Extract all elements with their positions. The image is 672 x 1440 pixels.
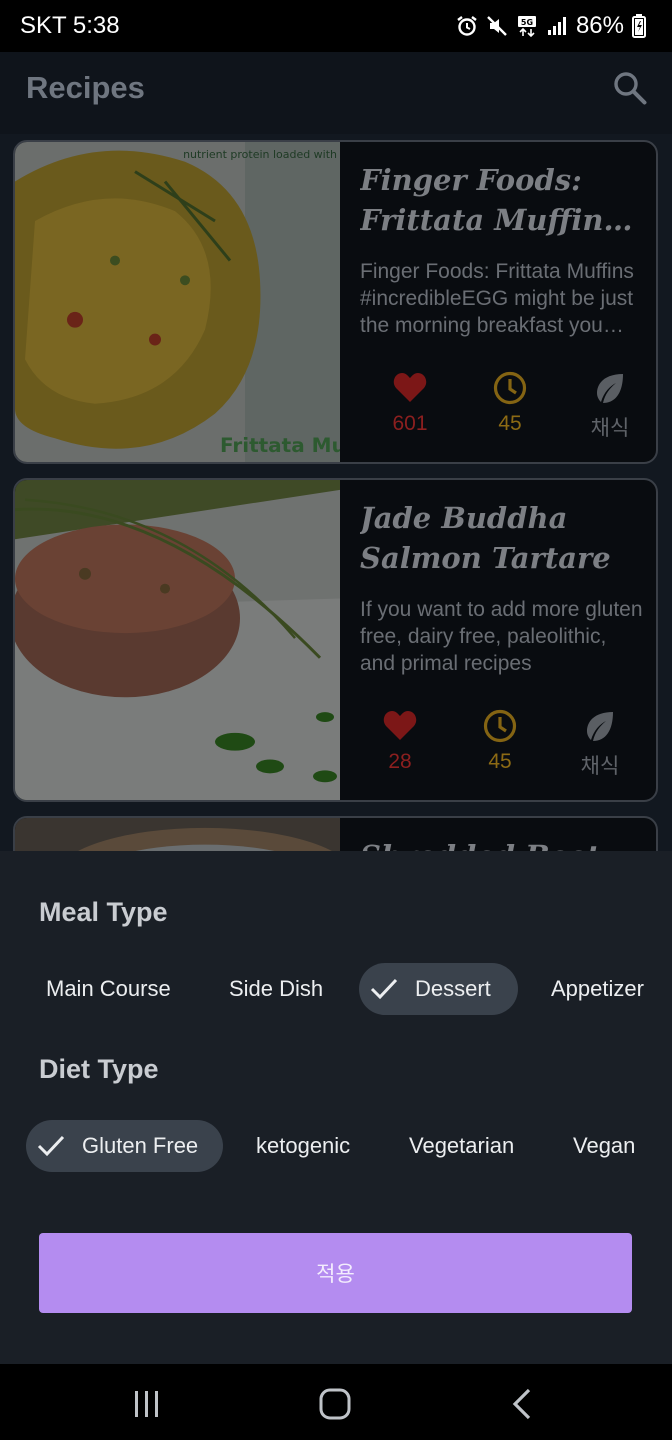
leaf-icon (587, 712, 613, 741)
chip-label: Appetizer (551, 976, 644, 1001)
diet-tag: 채식 (590, 417, 630, 440)
check-icon (370, 978, 398, 1000)
likes-stat: 601 (374, 370, 446, 442)
recent-apps-icon[interactable] (127, 1386, 167, 1422)
mute-icon (487, 16, 507, 36)
likes-stat: 28 (364, 708, 436, 780)
chip-label: Gluten Free (82, 1133, 199, 1158)
battery-percent: 86% (575, 12, 624, 39)
diet-type-title: Diet Type (39, 1054, 159, 1084)
back-icon[interactable] (503, 1386, 543, 1422)
recipe-title: Jade Buddha Salmon Tartare (360, 501, 611, 575)
likes-count: 601 (392, 412, 428, 435)
diet-tag: 채식 (580, 755, 620, 778)
recipe-info: Finger Foods: Frittata Muffins #incredib… (360, 160, 645, 339)
chip-gluten-free[interactable]: Gluten Free (26, 1120, 223, 1172)
system-nav-bar (0, 1364, 672, 1440)
chip-dessert[interactable]: Dessert (359, 963, 518, 1015)
image-overlay-text: Frittata Mu (220, 434, 340, 457)
heart-icon (393, 373, 427, 402)
recipe-image (15, 480, 340, 800)
chip-label: Dessert (415, 976, 491, 1001)
recipe-card[interactable]: Jade Buddha Salmon Tartare If you want t… (13, 478, 658, 802)
recipe-info: Jade Buddha Salmon Tartare If you want t… (360, 498, 645, 677)
recipe-description: If you want to add more gluten free, dai… (360, 598, 643, 675)
recipe-stats: 28 45 채식 (350, 708, 650, 780)
5g-icon: 5G (517, 16, 536, 37)
meal-type-title: Meal Type (39, 897, 168, 927)
chip-side-dish[interactable]: Side Dish (213, 963, 339, 1015)
time-minutes: 45 (498, 412, 522, 435)
chip-main-course[interactable]: Main Course (30, 963, 187, 1015)
home-icon[interactable] (315, 1386, 355, 1422)
battery-icon (632, 14, 646, 38)
alarm-icon (457, 16, 477, 36)
meal-type-chips: Main Course Side Dish Dessert Appetizer (0, 963, 672, 1015)
page-title: Recipes (26, 70, 145, 105)
svg-text:5G: 5G (521, 18, 533, 27)
chip-label: Main Course (46, 976, 171, 1001)
app-bar: Recipes (0, 52, 672, 134)
leaf-icon (597, 374, 623, 403)
recipe-description: Finger Foods: Frittata Muffins #incredib… (360, 260, 634, 337)
chip-appetizer[interactable]: Appetizer (535, 963, 660, 1015)
chip-label: ketogenic (256, 1133, 351, 1158)
likes-count: 28 (388, 750, 412, 773)
chip-vegan[interactable]: Vegan (557, 1120, 651, 1172)
apply-button[interactable]: 적용 (39, 1233, 632, 1313)
diet-type-chips: Gluten Free ketogenic Vegetarian Vegan (0, 1120, 672, 1172)
search-icon[interactable] (612, 70, 648, 106)
recipes-screen: Recipes nutrient protein loaded with Fri… (0, 52, 672, 1364)
check-icon (37, 1135, 65, 1157)
vegetarian-stat: 채식 (574, 370, 646, 442)
recipe-title: Finger Foods: Frittata Muffins #incredib… (360, 163, 620, 237)
chip-vegetarian[interactable]: Vegetarian (393, 1120, 530, 1172)
signal-icon (547, 17, 566, 35)
recipe-image: nutrient protein loaded with Frittata Mu (15, 142, 340, 462)
chip-label: Side Dish (229, 976, 324, 1001)
time-stat: 45 (474, 370, 546, 442)
carrier-time: SKT 5:38 (20, 12, 120, 39)
status-bar: SKT 5:38 5G 86% (0, 0, 672, 52)
vegetarian-stat: 채식 (564, 708, 636, 780)
image-caption: nutrient protein loaded with (183, 148, 337, 161)
time-stat: 45 (464, 708, 536, 780)
chip-ketogenic[interactable]: ketogenic (240, 1120, 366, 1172)
clock-icon (483, 709, 517, 743)
heart-icon (383, 711, 417, 740)
clock-icon (493, 371, 527, 405)
chip-label: Vegetarian (409, 1133, 515, 1158)
time-minutes: 45 (488, 750, 512, 773)
filter-bottom-sheet: Meal Type Main Course Side Dish Dessert … (0, 851, 672, 1364)
recipe-stats: 601 45 채식 (360, 370, 656, 442)
status-icons: 5G 86% (456, 12, 646, 40)
recipe-card[interactable]: nutrient protein loaded with Frittata Mu… (13, 140, 658, 464)
chip-label: Vegan (573, 1133, 636, 1158)
